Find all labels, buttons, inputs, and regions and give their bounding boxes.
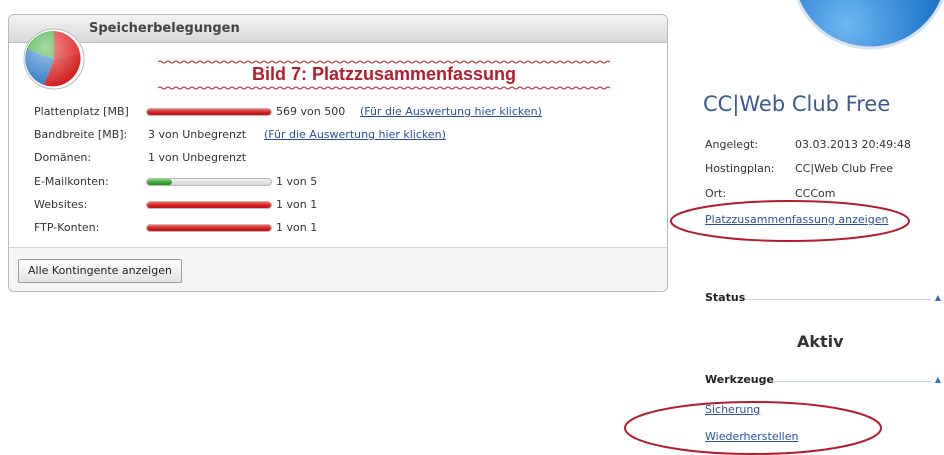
- usage-bar: [146, 108, 272, 116]
- usage-bar: [146, 178, 272, 186]
- plan-title: CC|Web Club Free: [703, 92, 891, 116]
- panel-title: Speicherbelegungen: [89, 21, 240, 36]
- bandwidth-report-link[interactable]: (Für die Auswertung hier klicken): [264, 128, 446, 141]
- row-label: Bandbreite [MB]:: [34, 128, 128, 141]
- info-value: CC|Web Club Free: [795, 162, 894, 175]
- usage-bar-fill: [147, 225, 271, 231]
- info-key: Angelegt:: [705, 138, 759, 151]
- storage-panel: Speicherbelegungen Plattenplatz [MB] 569…: [8, 14, 668, 292]
- usage-bar: [146, 201, 272, 209]
- row-label: Domänen:: [34, 151, 92, 164]
- row-value: 1 von 1: [276, 198, 318, 211]
- row-label: Plattenplatz [MB]: [34, 105, 129, 118]
- row-value: 1 von Unbegrenzt: [148, 151, 247, 164]
- row-value: 1 von 1: [276, 221, 318, 234]
- usage-bar-fill: [147, 109, 271, 115]
- row-label: FTP-Konten:: [34, 221, 100, 234]
- usage-bar-fill: [147, 179, 172, 185]
- brand-globe-icon: [796, 0, 944, 50]
- panel-footer: Alle Kontingente anzeigen: [9, 247, 667, 291]
- status-section-header: Status ▲: [705, 291, 941, 307]
- usage-bar-fill: [147, 202, 271, 208]
- highlight-ellipse: [624, 401, 882, 455]
- pie-chart-icon: [23, 28, 85, 90]
- status-value: Aktiv: [797, 332, 844, 351]
- row-value: 569 von 500: [276, 105, 346, 118]
- usage-bar: [146, 224, 272, 232]
- status-heading: Status: [705, 291, 746, 304]
- show-all-quotas-button[interactable]: Alle Kontingente anzeigen: [18, 259, 182, 283]
- tools-section-header: Werkzeuge ▲: [705, 373, 941, 389]
- collapse-icon[interactable]: ▲: [935, 293, 941, 302]
- row-label: Websites:: [34, 198, 88, 211]
- info-value: 03.03.2013 20:49:48: [795, 138, 911, 151]
- row-label: E-Mailkonten:: [34, 175, 109, 188]
- annotation-banner: Bild 7: Platzzusammenfassung: [158, 60, 610, 90]
- annotation-caption: Bild 7: Platzzusammenfassung: [251, 64, 517, 84]
- highlight-ellipse: [670, 200, 910, 242]
- disk-report-link[interactable]: (Für die Auswertung hier klicken): [360, 105, 542, 118]
- tools-heading: Werkzeuge: [705, 373, 774, 386]
- collapse-icon[interactable]: ▲: [935, 375, 941, 384]
- row-value: 1 von 5: [276, 175, 318, 188]
- info-key: Hostingplan:: [705, 162, 775, 175]
- row-value: 3 von Unbegrenzt: [148, 128, 247, 141]
